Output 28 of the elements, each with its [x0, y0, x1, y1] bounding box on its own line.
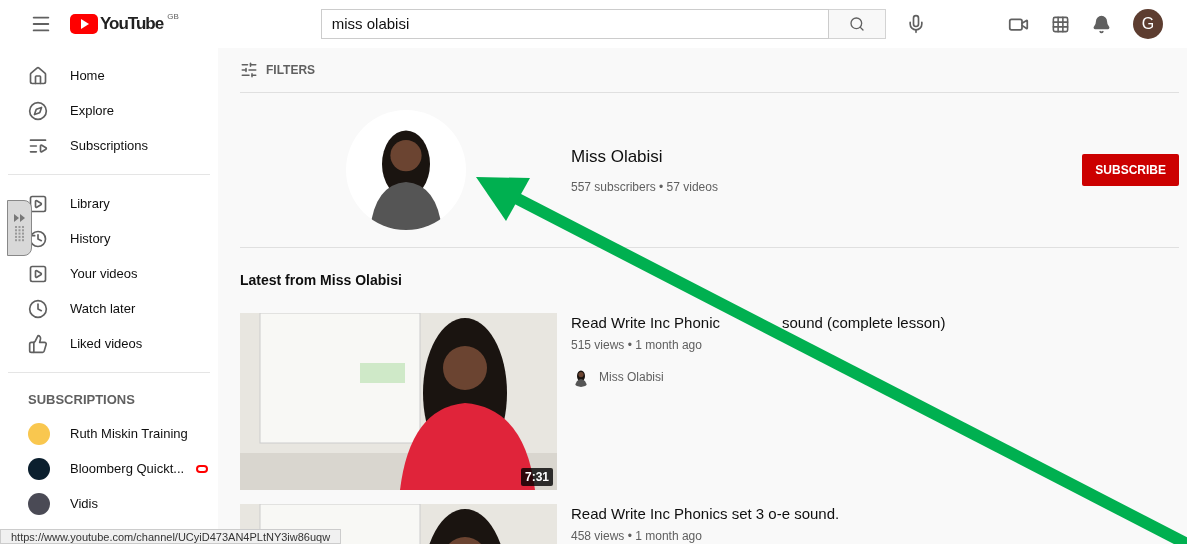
subscription-item[interactable]: Bloomberg Quickt...: [0, 451, 218, 486]
video-title[interactable]: sound (complete lesson): [781, 313, 946, 333]
search-field[interactable]: miss olabisi: [320, 9, 829, 39]
filters-button[interactable]: FILTERS: [266, 61, 316, 79]
sidebar-item[interactable]: Home: [0, 58, 218, 93]
sidebar-item[interactable]: Watch later: [0, 291, 218, 326]
channel-link[interactable]: Miss Olabisi: [599, 368, 664, 386]
sidebar-item[interactable]: Explore: [0, 93, 218, 128]
sidebar-item[interactable]: Subscriptions: [0, 128, 218, 163]
account-avatar[interactable]: G: [1133, 9, 1163, 39]
sidebar-item[interactable]: Liked videos: [0, 326, 218, 361]
video-duration: 7:31: [520, 468, 553, 486]
subscription-item[interactable]: Vidis: [0, 486, 218, 521]
sidebar-item[interactable]: History: [0, 221, 218, 256]
channel-stats: 557 subscribers • 57 videos: [571, 178, 718, 196]
channel-name[interactable]: Miss Olabisi: [571, 144, 718, 170]
subscribe-button[interactable]: SUBSCRIBE: [1082, 154, 1179, 186]
subscription-item[interactable]: Ruth Miskin Training: [0, 416, 218, 451]
video-meta: 458 views • 1 month ago: [571, 528, 703, 544]
youtube-logo[interactable]: YouTube GB: [70, 11, 179, 37]
section-heading: Latest from Miss Olabisi: [240, 271, 403, 290]
section-heading: SUBSCRIPTIONS: [27, 391, 136, 410]
video-meta: 515 views • 1 month ago: [571, 337, 703, 354]
sidebar-item[interactable]: Your videos: [0, 256, 218, 291]
status-bar-url: https://www.youtube.com/channel/UCyiD473AN4PLtNY3iw86uqw: [0, 529, 342, 544]
sidebar-item[interactable]: Library: [0, 186, 218, 221]
video-title[interactable]: Read Write Inc Phonic: [571, 313, 720, 333]
video-title[interactable]: Read Write Inc Phonics set 3 o-e sound.: [571, 504, 840, 524]
